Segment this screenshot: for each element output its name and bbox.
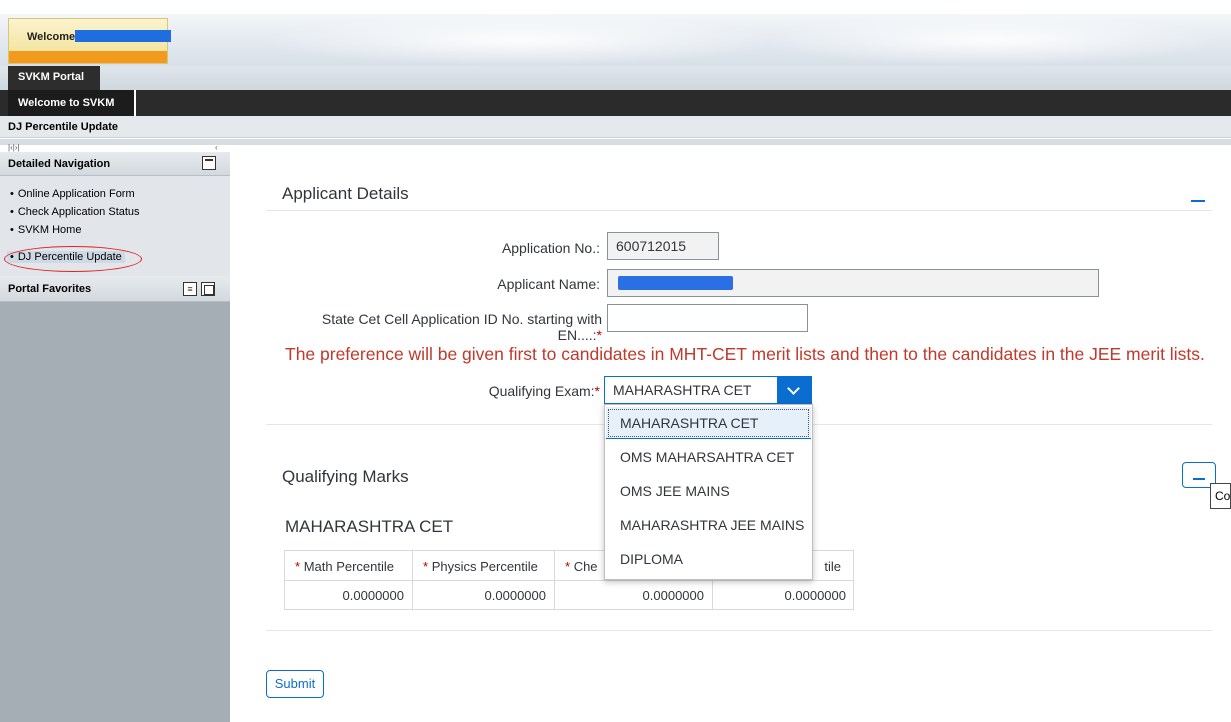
dropdown-option-oms-jee-mains[interactable]: OMS JEE MAINS <box>606 475 811 507</box>
maximize-icon[interactable] <box>201 282 215 296</box>
subtab-row <box>0 90 1231 116</box>
header-swoosh <box>260 14 780 66</box>
qualifying-marks-title: Qualifying Marks <box>282 467 409 486</box>
bullet-icon: • <box>10 224 14 236</box>
sidebar-item-check-status[interactable]: • Check Application Status <box>10 206 140 218</box>
portal-header <box>0 14 1231 66</box>
detailed-navigation-title: Detailed Navigation <box>8 158 111 170</box>
welcome-label: Welcome <box>27 31 76 43</box>
required-mark: * <box>594 383 600 399</box>
required-mark: * <box>596 327 602 343</box>
chemistry-percentile-cell[interactable]: 0.0000000 <box>555 581 713 610</box>
tab-svkm-portal[interactable]: SVKM Portal <box>8 66 100 90</box>
qualifying-exam-dropdown: MAHARASHTRA CET OMS MAHARSAHTRA CET OMS … <box>604 404 813 580</box>
dropdown-option-diploma[interactable]: DIPLOMA <box>606 543 811 575</box>
header-swoosh <box>760 14 1220 66</box>
section-divider <box>266 630 1212 631</box>
application-no-label: Application No.: <box>501 240 600 256</box>
cet-id-input[interactable] <box>607 304 808 332</box>
portal-favorites-title: Portal Favorites <box>8 283 92 295</box>
detailed-navigation-header: Detailed Navigation <box>0 152 230 176</box>
cet-id-label: State Cet Cell Application ID No. starti… <box>280 311 602 343</box>
math-percentile-cell[interactable]: 0.0000000 <box>285 581 413 610</box>
qualifying-exam-select[interactable]: MAHARASHTRA CET <box>604 376 812 404</box>
pager-row <box>0 139 1231 145</box>
breadcrumb: DJ Percentile Update <box>8 121 119 133</box>
dropdown-option-maharashtra-jee-mains[interactable]: MAHARASHTRA JEE MAINS <box>606 509 811 541</box>
tooltip: Co <box>1210 483 1231 509</box>
column-header-physics: * Physics Percentile <box>413 551 555 581</box>
required-mark: * <box>423 559 429 574</box>
qualifying-exam-value: MAHARASHTRA CET <box>613 382 752 398</box>
physics-percentile-cell[interactable]: 0.0000000 <box>413 581 555 610</box>
sidebar: Detailed Navigation • Online Application … <box>0 152 230 722</box>
marks-subtitle: MAHARASHTRA CET <box>285 517 454 536</box>
favorites-menu-icon[interactable]: ≡ <box>183 282 197 296</box>
column-header-label: Che <box>573 559 598 574</box>
column-header-label: Physics Percentile <box>431 559 538 574</box>
breadcrumb-row <box>0 116 1231 138</box>
bullet-icon: • <box>10 206 14 218</box>
column-header-label: Math Percentile <box>303 559 395 574</box>
dropdown-option-maharashtra-cet[interactable]: MAHARASHTRA CET <box>606 407 811 439</box>
pager-nav[interactable]: |‹|›| <box>8 143 20 152</box>
welcome-accent-bar <box>9 51 167 63</box>
sidebar-item-svkm-home[interactable]: • SVKM Home <box>10 224 81 236</box>
top-margin <box>0 0 1231 14</box>
qualifying-exam-label-text: Qualifying Exam: <box>488 383 595 399</box>
applicant-details-title: Applicant Details <box>282 184 409 203</box>
collapse-applicant-icon[interactable] <box>1191 200 1205 202</box>
column-header-math: * Math Percentile <box>285 551 413 581</box>
sidebar-item-label: Check Application Status <box>17 206 140 218</box>
sidebar-item-label: Online Application Form <box>17 188 135 200</box>
sidebar-item-label: SVKM Home <box>17 224 82 236</box>
highlight-circle-annotation <box>4 246 142 272</box>
required-mark: * <box>565 559 571 574</box>
applicant-name-field[interactable] <box>607 269 1099 297</box>
section-divider <box>266 210 1212 211</box>
preference-notice: The preference will be given first to ca… <box>285 344 1205 364</box>
qualifying-exam-label: Qualifying Exam:* <box>430 383 600 399</box>
collapse-nav-arrow[interactable]: ‹ <box>215 143 218 152</box>
minimize-icon[interactable] <box>202 156 216 170</box>
sidebar-item-online-application[interactable]: • Online Application Form <box>10 188 135 200</box>
bullet-icon: • <box>10 188 14 200</box>
submit-button[interactable]: Submit <box>266 670 324 698</box>
chevron-down-icon[interactable] <box>777 377 811 403</box>
dropdown-option-oms-maharashtra-cet[interactable]: OMS MAHARSAHTRA CET <box>606 441 811 473</box>
tab-row <box>0 66 1231 90</box>
redacted-username <box>75 30 171 42</box>
applicant-name-label: Applicant Name: <box>497 276 600 292</box>
welcome-box: Welcome <box>8 18 171 64</box>
portal-favorites-header: Portal Favorites ≡ <box>0 276 230 302</box>
application-no-field[interactable]: 600712015 <box>607 232 719 260</box>
redacted-name <box>618 276 733 290</box>
subtab-welcome[interactable]: Welcome to SVKM <box>8 90 136 116</box>
cet-id-label-text: State Cet Cell Application ID No. starti… <box>321 311 602 343</box>
fourth-percentile-cell[interactable]: 0.0000000 <box>713 581 854 610</box>
required-mark: * <box>295 559 301 574</box>
